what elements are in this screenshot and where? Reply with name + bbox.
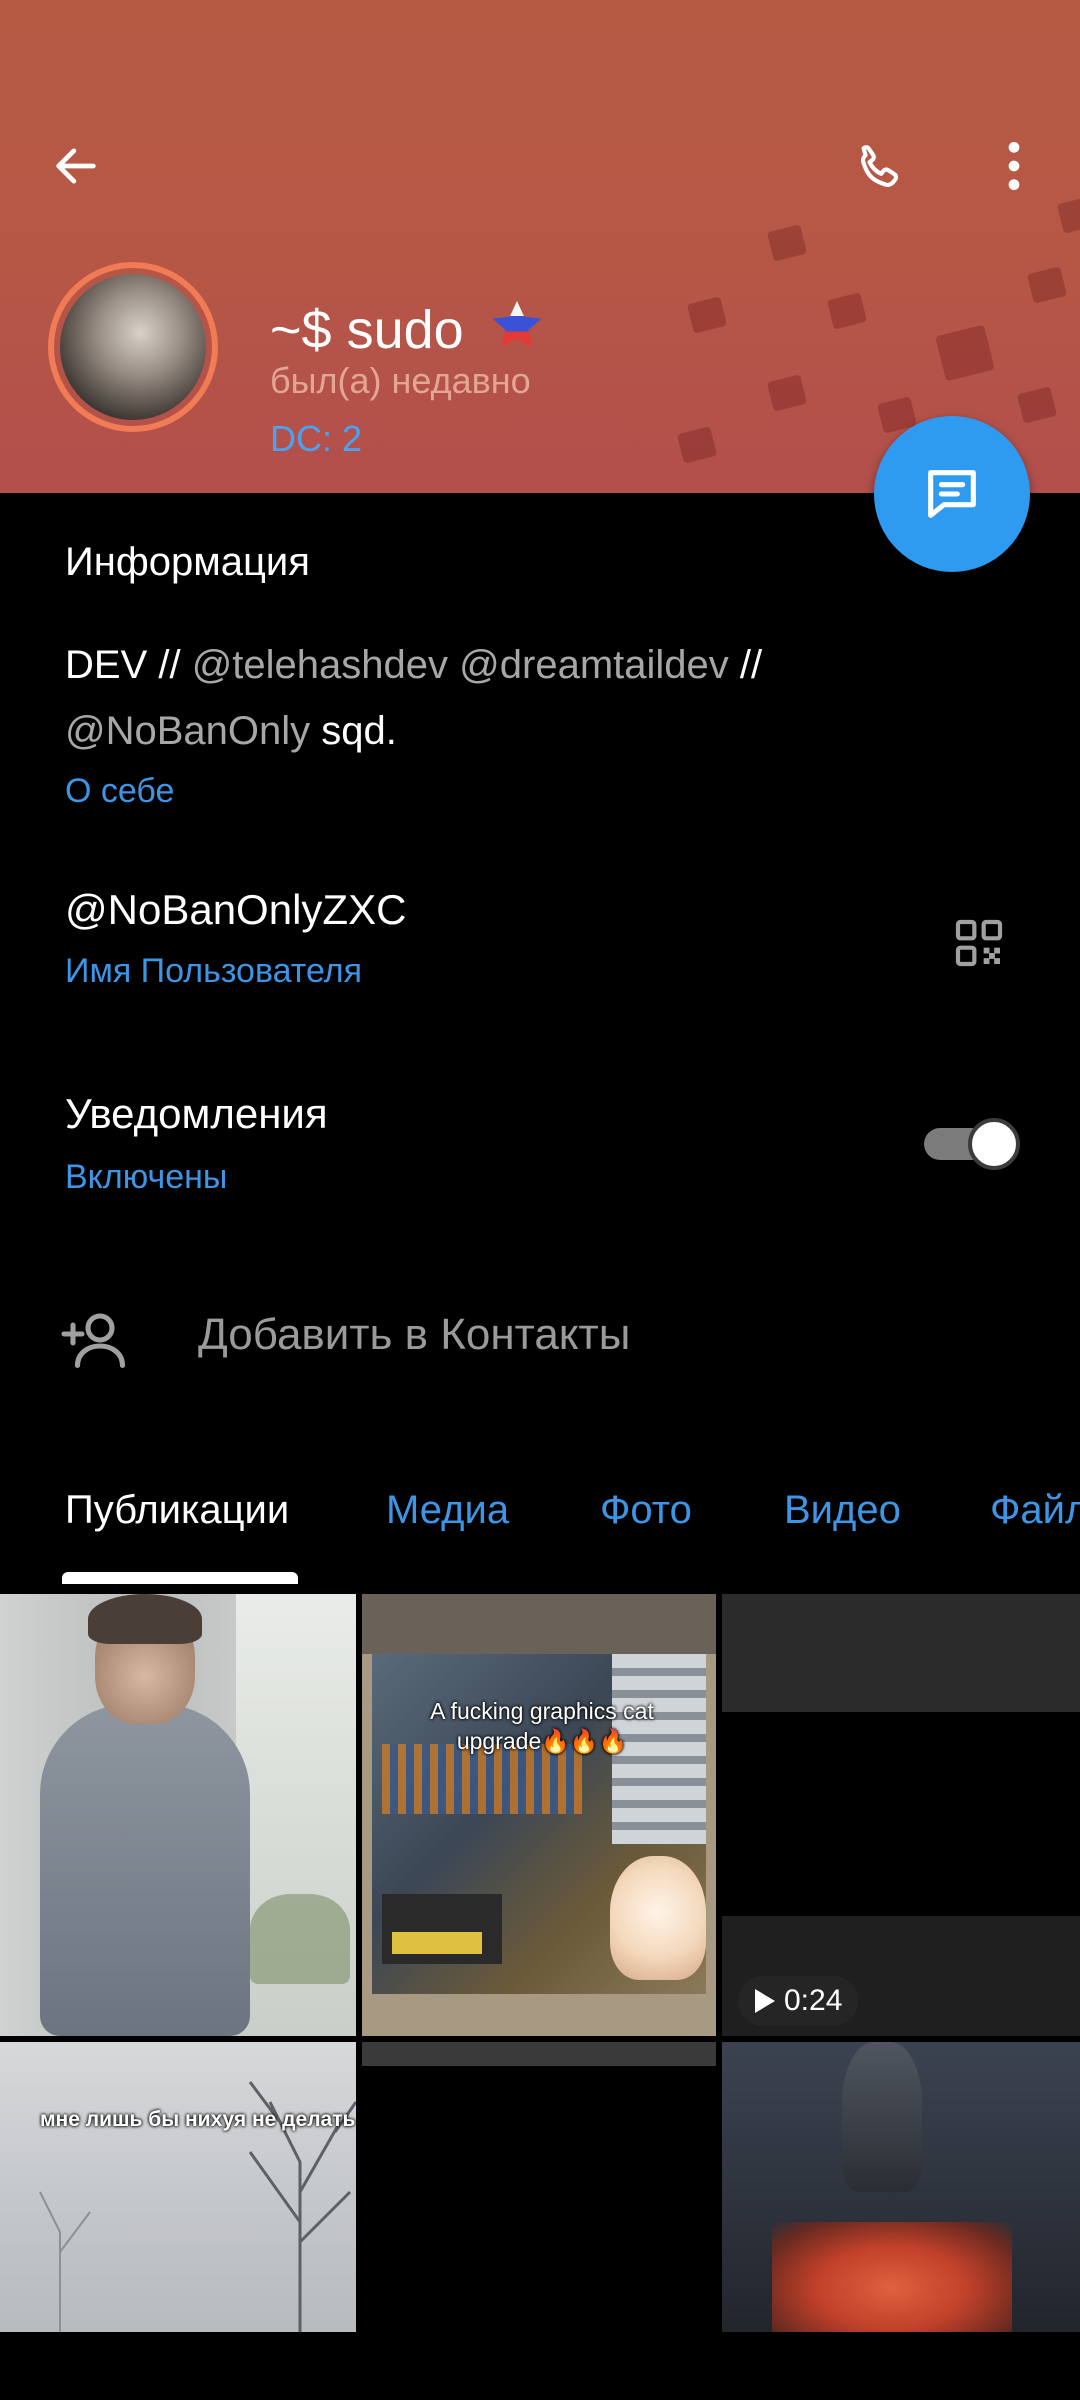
avatar[interactable] bbox=[60, 274, 206, 420]
play-icon bbox=[755, 1989, 775, 2013]
qr-code-icon bbox=[955, 919, 1003, 967]
message-fab-button[interactable] bbox=[874, 416, 1030, 572]
tab-video[interactable]: Видео bbox=[784, 1488, 901, 1533]
bio-suffix: sqd. bbox=[310, 709, 397, 753]
bio-mention-link[interactable]: @telehashdev bbox=[192, 643, 448, 687]
tree-branches bbox=[39, 2081, 356, 2332]
bio-mention-link[interactable]: @dreamtaildev bbox=[459, 643, 729, 687]
profile-name-text: ~$ sudo bbox=[270, 300, 464, 360]
media-caption: A fucking graphics cat upgrade🔥🔥🔥 bbox=[430, 1698, 654, 1754]
phone-icon bbox=[860, 145, 899, 188]
add-user-icon bbox=[61, 1313, 126, 1369]
active-tab-indicator bbox=[62, 1572, 298, 1584]
last-seen-status: был(а) недавно bbox=[270, 360, 531, 401]
toggle-knob bbox=[968, 1118, 1020, 1170]
tab-publications[interactable]: Публикации bbox=[65, 1488, 289, 1533]
chat-bubble-icon bbox=[928, 470, 976, 518]
media-tile[interactable] bbox=[722, 2042, 1080, 2332]
media-caption: мне лишь бы нихуя не делать bbox=[40, 2108, 356, 2131]
back-arrow-icon bbox=[56, 148, 96, 184]
username-label: Имя Пользователя bbox=[65, 952, 363, 990]
info-section-title: Информация bbox=[65, 540, 310, 584]
media-tabs: Публикации Медиа Фото Видео Файл bbox=[0, 1480, 1080, 1580]
bio-label: О себе bbox=[65, 772, 175, 810]
notifications-toggle[interactable] bbox=[924, 1118, 1020, 1170]
more-vertical-icon bbox=[1008, 141, 1020, 191]
more-button[interactable] bbox=[978, 130, 1050, 202]
premium-star-icon bbox=[492, 301, 542, 347]
bio-prefix: DEV // bbox=[65, 643, 192, 687]
bio-text[interactable]: DEV // @telehashdev @dreamtaildev // @No… bbox=[65, 632, 965, 764]
media-tile[interactable] bbox=[0, 1594, 356, 2036]
bio-mention-link[interactable]: @NoBanOnly bbox=[65, 709, 310, 753]
media-tile[interactable] bbox=[362, 2042, 716, 2332]
dc-label: DC: 2 bbox=[270, 418, 363, 459]
bio-separator: // bbox=[728, 643, 763, 687]
add-contact-icon-wrap[interactable] bbox=[54, 1300, 134, 1380]
profile-header: ~$ sudo был(а) недавно DC: 2 bbox=[0, 0, 1080, 493]
video-duration-badge: 0:24 bbox=[738, 1976, 859, 2026]
tab-media[interactable]: Медиа bbox=[386, 1488, 509, 1533]
call-button[interactable] bbox=[844, 132, 916, 204]
back-button[interactable] bbox=[40, 130, 112, 202]
notifications-title: Уведомления bbox=[65, 1090, 328, 1137]
profile-name: ~$ sudo bbox=[270, 296, 547, 361]
tab-photo[interactable]: Фото bbox=[600, 1488, 692, 1533]
tab-files[interactable]: Файл bbox=[990, 1488, 1080, 1533]
notifications-state: Включены bbox=[65, 1158, 228, 1196]
video-duration: 0:24 bbox=[784, 1984, 843, 2017]
media-tile[interactable]: мне лишь бы нихуя не делать bbox=[0, 2042, 356, 2332]
qr-code-button[interactable] bbox=[944, 908, 1014, 978]
username-value[interactable]: @NoBanOnlyZXC bbox=[65, 886, 406, 934]
media-tile[interactable] bbox=[722, 1594, 1080, 2036]
add-contact-button[interactable]: Добавить в Контакты bbox=[198, 1310, 630, 1360]
media-tile[interactable]: A fucking graphics cat upgrade🔥🔥🔥 bbox=[362, 1594, 716, 2036]
